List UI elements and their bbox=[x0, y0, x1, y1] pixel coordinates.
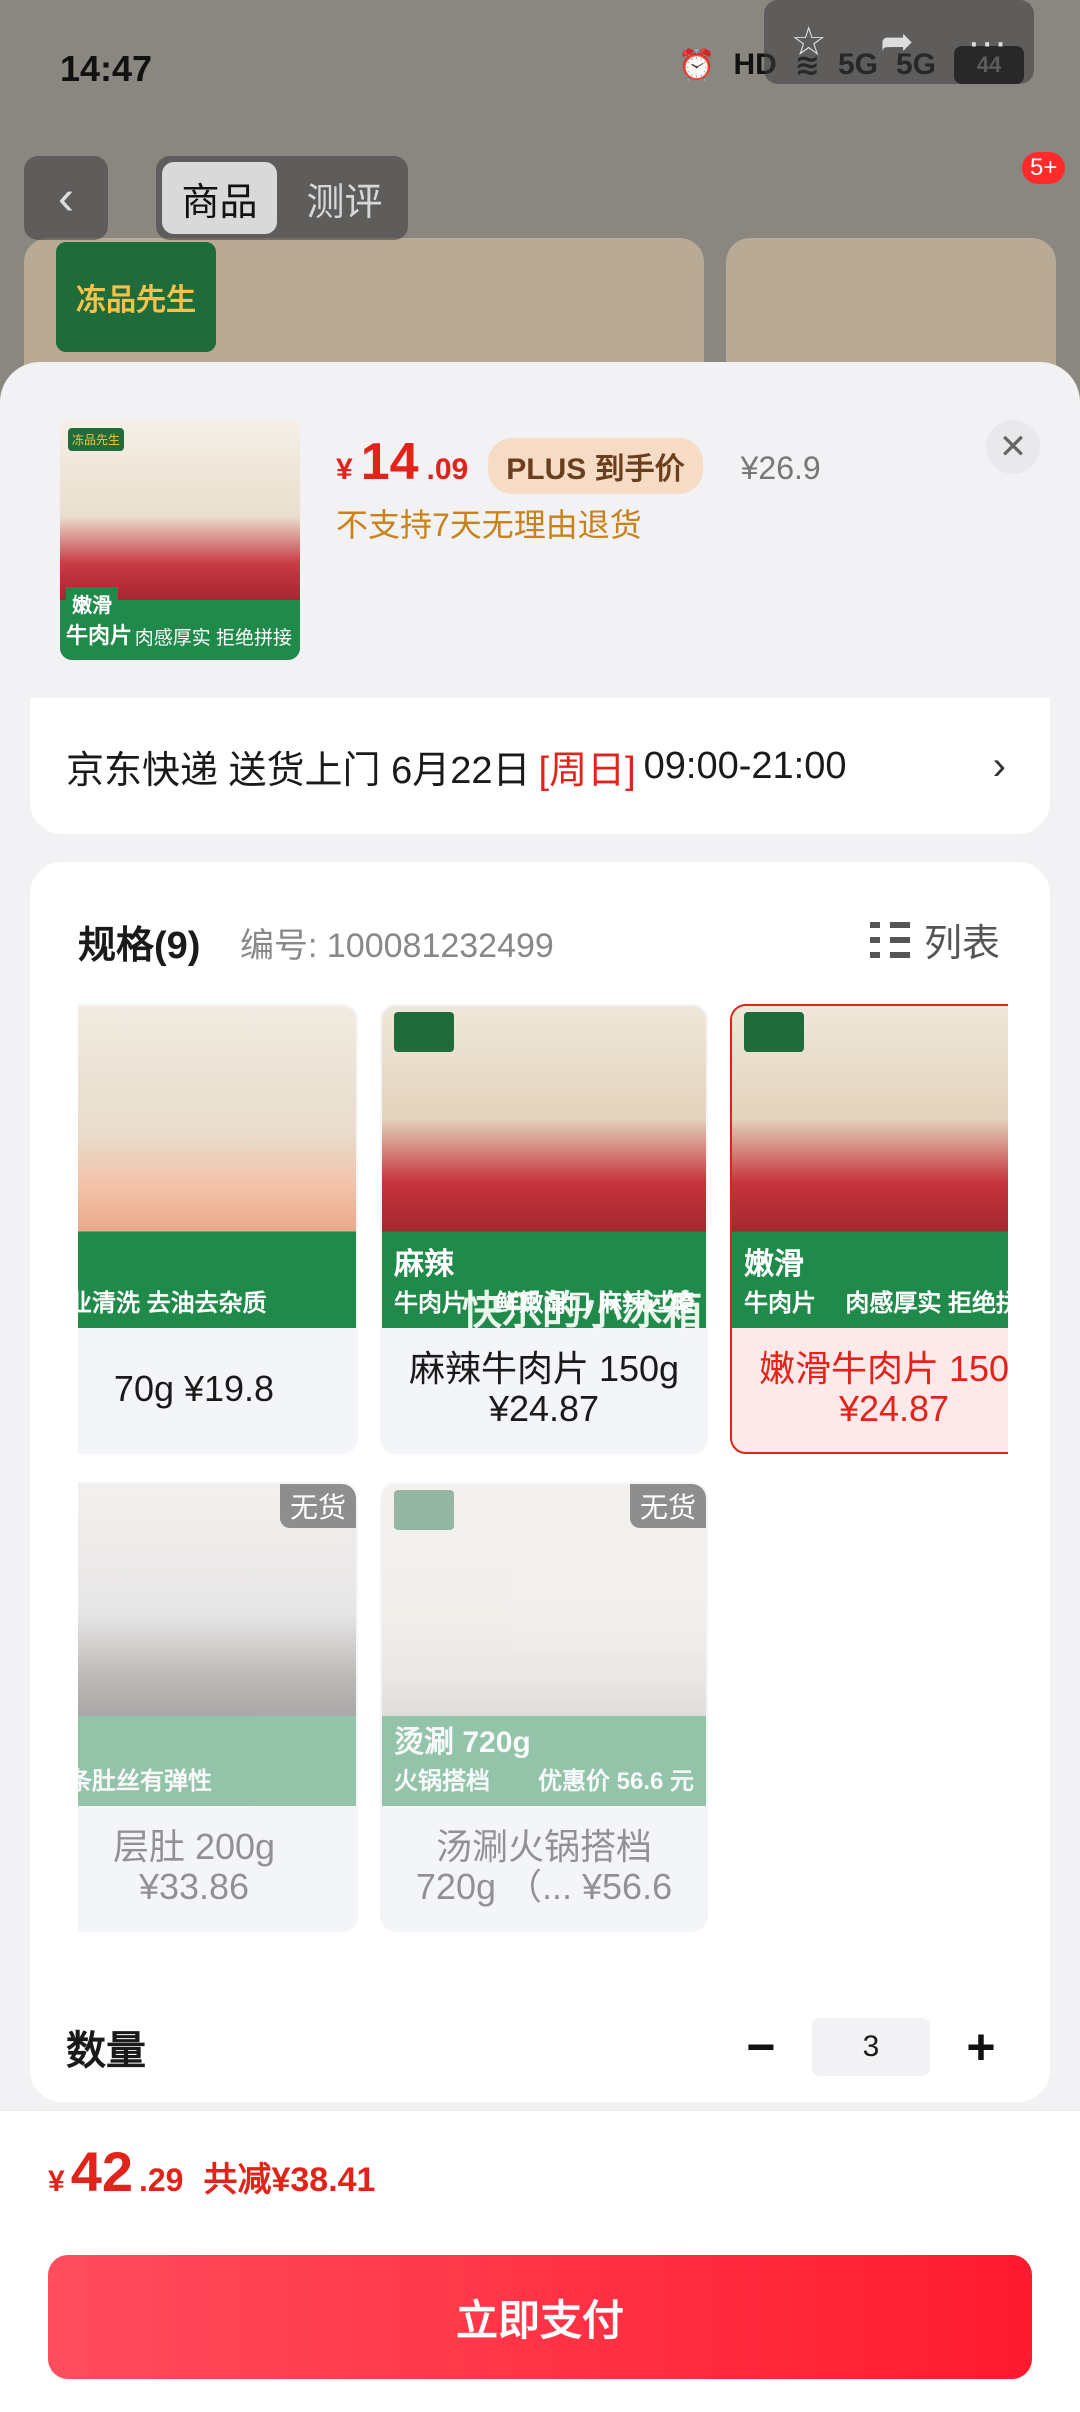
spec-option-unavailable[interactable]: 条条肚丝有弹性 层肚 200g ¥33.86 无货 bbox=[78, 1482, 358, 1932]
plus-button[interactable]: + bbox=[956, 2018, 1006, 2076]
band-text: 条条肚丝有弹性 bbox=[78, 1768, 212, 1795]
delivery-info[interactable]: 京东快递 送货上门 6月22日 [周日] 09:00-21:00 › bbox=[30, 698, 1050, 834]
spec-option-band: 嫩滑牛肉片 肉感厚实 拒绝拼接 bbox=[732, 1235, 1008, 1322]
band-subtitle: 火锅搭档 bbox=[394, 1768, 490, 1795]
band-title: 嫩滑 bbox=[744, 1248, 804, 1281]
total-price: ¥ 42 .29 共减¥38.41 bbox=[48, 2139, 375, 2204]
price-integer: 14 bbox=[360, 433, 419, 491]
thumb-tag: 嫩滑 bbox=[66, 587, 118, 620]
close-icon: ✕ bbox=[998, 428, 1028, 466]
spec-option-band: 烫涮 720g 火锅搭档 优惠价 56.6 元 bbox=[382, 1713, 706, 1800]
spec-option-image: 嫩滑牛肉片 肉感厚实 拒绝拼接 bbox=[732, 1006, 1008, 1328]
option-brand-logo bbox=[744, 1012, 804, 1052]
option-name: 汤涮火锅搭档 bbox=[435, 1826, 652, 1868]
spec-option-selected[interactable]: 嫩滑牛肉片 肉感厚实 拒绝拼接 嫩滑牛肉片 150g ¥24.87 bbox=[730, 1004, 1008, 1454]
header-actions: ☆ ➦ ··· bbox=[764, 0, 1034, 84]
alarm-icon: ⏰ bbox=[678, 48, 716, 82]
delivery-day: [周日] bbox=[538, 749, 636, 792]
option-price: ¥24.87 bbox=[838, 1388, 950, 1429]
minus-button[interactable]: − bbox=[736, 2018, 786, 2076]
return-policy-notice: 不支持7天无理由退货 bbox=[336, 507, 642, 543]
spec-option[interactable]: 麻辣 牛肉片 鲜嫩滑口 麻辣过瘾 麻辣牛肉片 150g ¥24.87 bbox=[380, 1004, 708, 1454]
band-title: 烫涮 720g bbox=[394, 1726, 531, 1759]
quantity-input[interactable]: 3 bbox=[812, 2018, 930, 2076]
spec-option-label: 70g ¥19.8 bbox=[78, 1328, 356, 1452]
quantity-row: 数量 − 3 + bbox=[36, 2002, 1046, 2092]
price-currency: ¥ bbox=[336, 453, 353, 486]
tab-product[interactable]: 商品 bbox=[162, 162, 277, 234]
list-view-toggle[interactable]: 列表 bbox=[869, 912, 1000, 967]
band-slogan: 肉感厚实 拒绝拼接 bbox=[845, 1290, 1008, 1317]
thumb-brand-logo: 冻品先生 bbox=[68, 428, 125, 451]
spec-option-unavailable[interactable]: 烫涮 720g 火锅搭档 优惠价 56.6 元 汤涮火锅搭档 720g （... … bbox=[380, 1482, 708, 1932]
watermark-text: 快乐的小冰箱 bbox=[462, 1289, 702, 1333]
spec-option-band: 条条肚丝有弹性 bbox=[78, 1757, 356, 1800]
sku-bottom-sheet: 冻品先生 嫩滑 牛肉片 肉感厚实 拒绝拼接 ¥ 14 .09 PLUS 到手价 … bbox=[0, 362, 1080, 2412]
status-time: 14:47 bbox=[60, 48, 153, 89]
price-decimal: .09 bbox=[426, 453, 469, 486]
spec-option-image: 专业清洗 去油去杂质 bbox=[78, 1006, 356, 1328]
band-subtitle: 牛肉片 bbox=[394, 1290, 466, 1317]
quantity-stepper: − 3 + bbox=[736, 2018, 1006, 2076]
band-slogan: 优惠价 56.6 元 bbox=[537, 1768, 694, 1795]
spec-option-label: 嫩滑牛肉片 150g ¥24.87 bbox=[732, 1328, 1008, 1452]
option-brand-logo bbox=[394, 1490, 454, 1530]
close-button[interactable]: ✕ bbox=[986, 420, 1040, 474]
more-icon[interactable]: ··· bbox=[967, 20, 1007, 65]
price-row: ¥ 14 .09 PLUS 到手价 ¥26.9 bbox=[336, 432, 821, 494]
star-icon[interactable]: ☆ bbox=[791, 19, 827, 65]
brand-logo: 冻品先生 bbox=[56, 242, 216, 352]
option-price: ¥33.86 bbox=[138, 1866, 250, 1907]
spec-section: 规格(9) 编号: 100081232499 列表 专业清洗 去油去杂质 70g… bbox=[30, 862, 1050, 2102]
total-decimal: .29 bbox=[138, 2162, 184, 2198]
out-of-stock-badge: 无货 bbox=[629, 1484, 706, 1528]
spec-option-image: 条条肚丝有弹性 bbox=[78, 1484, 356, 1806]
total-integer: 42 bbox=[70, 2140, 133, 2203]
share-icon[interactable]: ➦ bbox=[880, 19, 914, 65]
chevron-left-icon: ‹ bbox=[58, 171, 74, 225]
product-code: 编号: 100081232499 bbox=[240, 927, 554, 965]
spec-option-image: 烫涮 720g 火锅搭档 优惠价 56.6 元 bbox=[382, 1484, 706, 1806]
pay-now-button[interactable]: 立即支付 bbox=[48, 2255, 1032, 2379]
back-button[interactable]: ‹ bbox=[24, 156, 108, 240]
total-saving: 共减¥38.41 bbox=[203, 2161, 376, 2199]
option-price: 720g （... ¥56.6 bbox=[415, 1866, 673, 1907]
option-name: 70g ¥19.8 bbox=[113, 1368, 275, 1410]
total-currency: ¥ bbox=[48, 2165, 65, 2198]
plus-price-badge: PLUS 到手价 bbox=[488, 438, 703, 494]
delivery-time: 09:00-21:00 bbox=[643, 744, 847, 787]
option-name: 层肚 200g bbox=[112, 1826, 276, 1868]
checkout-footer: ¥ 42 .29 共减¥38.41 立即支付 bbox=[0, 2110, 1080, 2412]
list-toggle-label: 列表 bbox=[923, 923, 1000, 965]
spec-option-label: 层肚 200g ¥33.86 bbox=[78, 1806, 356, 1930]
option-name: 嫩滑牛肉片 150g bbox=[758, 1348, 1008, 1390]
spec-option-band: 专业清洗 去油去杂质 bbox=[78, 1279, 356, 1322]
header-tabs: 商品 测评 bbox=[156, 156, 408, 240]
option-price: ¥24.87 bbox=[488, 1388, 600, 1429]
out-of-stock-badge: 无货 bbox=[279, 1484, 356, 1528]
band-subtitle: 牛肉片 bbox=[744, 1290, 816, 1317]
spec-grid: 专业清洗 去油去杂质 70g ¥19.8 麻辣牛肉片 鲜嫩滑口 麻辣过瘾 bbox=[78, 1004, 1008, 1944]
band-text: 专业清洗 去油去杂质 bbox=[78, 1290, 267, 1317]
message-badge: 5+ bbox=[1022, 152, 1066, 184]
original-price: ¥26.9 bbox=[740, 450, 821, 486]
chevron-right-icon: › bbox=[992, 743, 1006, 788]
delivery-text: 京东快递 送货上门 6月22日 bbox=[66, 749, 531, 792]
thumb-subtag: 牛肉片 bbox=[66, 623, 133, 648]
thumb-slogan: 肉感厚实 拒绝拼接 bbox=[134, 628, 292, 649]
spec-option-label: 麻辣牛肉片 150g ¥24.87 bbox=[382, 1328, 706, 1452]
spec-title: 规格(9) bbox=[78, 925, 201, 967]
product-thumbnail: 冻品先生 嫩滑 牛肉片 肉感厚实 拒绝拼接 bbox=[60, 420, 300, 660]
tab-review[interactable]: 测评 bbox=[287, 162, 402, 234]
band-title: 麻辣 bbox=[394, 1248, 454, 1281]
option-name: 麻辣牛肉片 150g bbox=[408, 1348, 680, 1390]
quantity-label: 数量 bbox=[66, 2029, 146, 2073]
spec-option[interactable]: 专业清洗 去油去杂质 70g ¥19.8 bbox=[78, 1004, 358, 1454]
spec-option-label: 汤涮火锅搭档 720g （... ¥56.6 bbox=[382, 1806, 706, 1930]
list-icon bbox=[869, 921, 910, 958]
sheet-header: 冻品先生 嫩滑 牛肉片 肉感厚实 拒绝拼接 ¥ 14 .09 PLUS 到手价 … bbox=[0, 362, 1080, 712]
option-brand-logo bbox=[394, 1012, 454, 1052]
